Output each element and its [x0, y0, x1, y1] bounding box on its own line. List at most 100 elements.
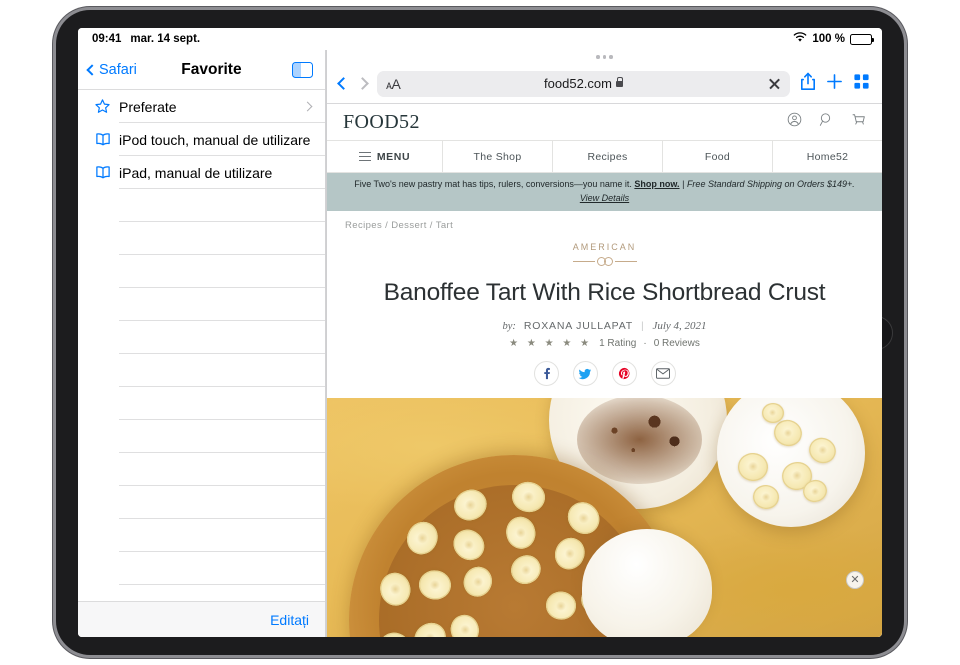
promo-shop-now-link[interactable]: Shop now.	[634, 179, 679, 189]
empty-list-row	[78, 387, 325, 420]
empty-list-row	[78, 354, 325, 387]
share-buttons	[357, 361, 852, 386]
wifi-icon	[793, 32, 807, 46]
nav-item-recipes[interactable]: Recipes	[553, 141, 663, 172]
divider-ornament-icon	[357, 257, 852, 266]
sidebar-toggle-icon[interactable]	[292, 62, 313, 78]
browser-toolbar: ᴀA food52.com	[327, 64, 882, 104]
promo-shipping-text: Free Standard Shipping on Orders $149+.	[687, 179, 855, 189]
list-item[interactable]: Preferate	[78, 90, 325, 123]
ipad-device-frame: 09:41 mar. 14 sept. 100 %	[56, 10, 904, 655]
multitask-dots-icon[interactable]	[327, 50, 882, 64]
ipad-screen: 09:41 mar. 14 sept. 100 %	[78, 28, 882, 637]
empty-list-row	[78, 189, 325, 222]
breadcrumb[interactable]: Recipes / Dessert / Tart	[327, 211, 882, 237]
nav-item-home52[interactable]: Home52	[773, 141, 882, 172]
lock-icon	[616, 81, 623, 87]
banana-plate	[717, 398, 865, 527]
empty-list-row	[78, 585, 325, 601]
list-item-label: iPad, manual de utilizare	[119, 165, 272, 181]
article-byline: by: ROXANA JULLAPAT | July 4, 2021	[357, 320, 852, 332]
review-count[interactable]: 0 Reviews	[654, 338, 700, 349]
page-title: Banoffee Tart With Rice Shortbread Crust	[357, 279, 852, 307]
article-category: AMERICAN	[357, 242, 852, 252]
ipad-bezel: 09:41 mar. 14 sept. 100 %	[78, 28, 882, 637]
sidebar-navigation-bar: Safari Favorite	[78, 50, 325, 90]
back-to-safari-button[interactable]: Safari	[88, 62, 137, 78]
email-share-icon[interactable]	[651, 361, 676, 386]
hamburger-icon	[359, 152, 371, 161]
twitter-share-icon[interactable]	[573, 361, 598, 386]
menu-button[interactable]: MENU	[327, 141, 443, 172]
empty-list-row	[78, 420, 325, 453]
url-display: food52.com	[377, 76, 790, 91]
search-icon[interactable]	[819, 112, 834, 132]
empty-list-row	[78, 321, 325, 354]
url-text: food52.com	[544, 76, 612, 91]
browser-pane: ᴀA food52.com	[326, 50, 882, 637]
empty-list-row	[78, 486, 325, 519]
edit-button[interactable]: Editați	[270, 612, 309, 628]
empty-list-row	[78, 453, 325, 486]
empty-list-row	[78, 255, 325, 288]
book-icon	[94, 165, 119, 180]
sidebar-footer: Editați	[78, 601, 325, 637]
author-name[interactable]: ROXANA JULLAPAT	[524, 320, 633, 332]
tab-overview-icon[interactable]	[853, 73, 870, 95]
text-size-button[interactable]: ᴀA	[386, 76, 400, 92]
site-logo[interactable]: FOOD52	[343, 111, 420, 134]
empty-list-row	[78, 552, 325, 585]
banana-slice	[751, 484, 780, 511]
list-item-label: iPod touch, manual de utilizare	[119, 132, 310, 148]
chevron-left-icon	[86, 64, 97, 75]
bookmark-list: Preferate iPod touch, manual	[78, 90, 325, 601]
chevron-right-icon	[356, 77, 369, 90]
promo-view-details-link[interactable]: View Details	[580, 193, 629, 203]
close-circle-icon[interactable]: ✕	[846, 571, 864, 589]
publish-date: July 4, 2021	[652, 320, 706, 332]
banana-slice	[762, 403, 784, 423]
star-icon	[94, 98, 119, 115]
list-item[interactable]: iPad, manual de utilizare	[78, 156, 325, 189]
byline-prefix: by:	[502, 321, 515, 332]
battery-percent: 100 %	[812, 33, 845, 45]
site-header: FOOD52	[327, 104, 882, 141]
chevron-right-icon	[303, 102, 313, 112]
pinterest-share-icon[interactable]	[612, 361, 637, 386]
promo-banner: Five Two's new pastry mat has tips, rule…	[327, 173, 882, 211]
share-icon[interactable]	[800, 72, 816, 96]
status-bar-left: 09:41 mar. 14 sept.	[92, 33, 200, 45]
empty-bookmark-rows	[78, 189, 325, 601]
account-icon[interactable]	[787, 112, 802, 132]
status-bar-right: 100 %	[793, 32, 872, 46]
site-header-icons	[787, 112, 866, 132]
cart-icon[interactable]	[851, 112, 866, 132]
empty-list-row	[78, 222, 325, 255]
empty-list-row	[78, 519, 325, 552]
nav-item-the-shop[interactable]: The Shop	[443, 141, 553, 172]
rating-count: 1 Rating	[599, 338, 636, 349]
site-navigation: MENU The Shop Recipes Food Home52	[327, 141, 882, 173]
hero-image: ✕	[327, 398, 882, 637]
status-time: 09:41	[92, 33, 121, 45]
chevron-left-icon[interactable]	[337, 77, 350, 90]
banana-slice	[737, 452, 769, 482]
empty-list-row	[78, 288, 325, 321]
status-date: mar. 14 sept.	[130, 33, 200, 45]
rating-separator: ·	[643, 338, 646, 349]
promo-separator: |	[682, 179, 684, 189]
bookmarks-sidebar: Safari Favorite Preferate	[78, 50, 326, 637]
list-item-label: Preferate	[119, 99, 177, 115]
star-rating[interactable]: ★ ★ ★ ★ ★	[509, 338, 592, 349]
nav-item-food[interactable]: Food	[663, 141, 773, 172]
byline-divider: |	[641, 320, 645, 332]
article-header: AMERICAN Banoffee Tart With Rice Shortbr…	[327, 237, 882, 398]
close-x-icon[interactable]	[768, 77, 781, 90]
search-input[interactable]: ᴀA food52.com	[377, 71, 790, 97]
cocoa-shavings	[577, 398, 702, 484]
list-item[interactable]: iPod touch, manual de utilizare	[78, 123, 325, 156]
menu-label: MENU	[377, 151, 410, 163]
plus-icon[interactable]	[826, 73, 843, 95]
rating-row: ★ ★ ★ ★ ★ 1 Rating · 0 Reviews	[357, 338, 852, 349]
facebook-share-icon[interactable]	[534, 361, 559, 386]
